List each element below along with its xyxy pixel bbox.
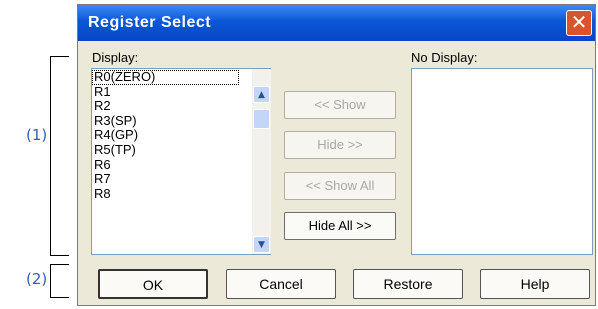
scroll-down-arrow-icon[interactable]: ▼: [253, 236, 270, 253]
show-button[interactable]: << Show: [284, 91, 396, 119]
display-scrollbar[interactable]: ▲ ▼: [252, 69, 271, 254]
no-display-listbox[interactable]: [411, 68, 593, 255]
register-select-dialog: Register Select ✕ Display: No Display: R…: [77, 4, 596, 306]
annotation-1: (1): [26, 126, 48, 144]
show-all-button[interactable]: << Show All: [284, 172, 396, 200]
register-list-item[interactable]: R4(GP): [92, 128, 239, 143]
register-list-item[interactable]: R2: [92, 99, 239, 114]
scroll-thumb[interactable]: [253, 109, 270, 129]
register-list-item[interactable]: R8: [92, 186, 239, 202]
annotation-bracket-2: [50, 264, 69, 298]
no-display-label: No Display:: [411, 50, 478, 65]
title-bar: Register Select ✕: [78, 5, 595, 41]
help-button[interactable]: Help: [480, 269, 590, 299]
register-list-item[interactable]: R7: [92, 172, 239, 187]
hide-all-button[interactable]: Hide All >>: [284, 212, 396, 240]
register-list-item[interactable]: R6: [92, 157, 239, 173]
display-list: R0(ZERO) R1 R2 R3(SP) R4(GP) R5(TP) R6 R7 R8: [92, 69, 239, 202]
annotation-2: (2): [26, 270, 48, 288]
annotation-bracket-1: [50, 56, 69, 256]
cancel-button[interactable]: Cancel: [226, 269, 336, 299]
close-icon[interactable]: ✕: [566, 10, 592, 36]
display-label: Display:: [92, 50, 139, 65]
register-list-item[interactable]: R5(TP): [92, 142, 239, 158]
restore-button[interactable]: Restore: [353, 269, 463, 299]
register-list-item[interactable]: R0(ZERO): [92, 69, 239, 85]
ok-button[interactable]: OK: [98, 269, 208, 299]
display-listbox[interactable]: R0(ZERO) R1 R2 R3(SP) R4(GP) R5(TP) R6 R7 R8 ▲ ▼: [91, 68, 271, 255]
scroll-up-arrow-icon[interactable]: ▲: [253, 86, 270, 103]
dialog-title: Register Select: [88, 14, 212, 31]
register-list-item[interactable]: R1: [92, 84, 239, 100]
register-list-item[interactable]: R3(SP): [92, 113, 239, 129]
hide-button[interactable]: Hide >>: [284, 131, 396, 159]
